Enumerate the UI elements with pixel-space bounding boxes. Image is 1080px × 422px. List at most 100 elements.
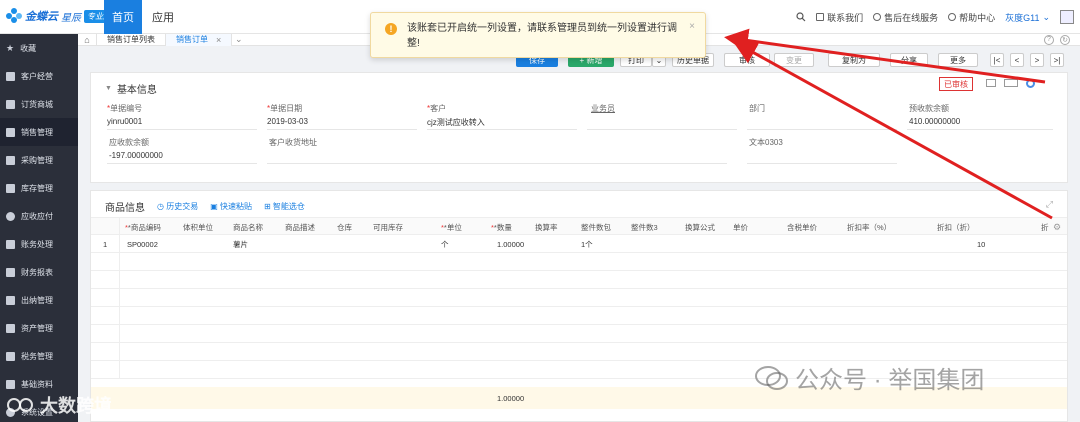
more-button[interactable]: 更多 <box>938 53 978 67</box>
sidebar-item-tax[interactable]: 税务管理 <box>0 342 78 370</box>
bar-chart-icon <box>6 127 15 137</box>
basic-info-panel: ▼ 基本信息 已审核 *单据编号 yinru0001 *单据日期 2019-03-… <box>90 72 1068 183</box>
customer-icon <box>6 71 15 81</box>
header-tools <box>986 79 1035 88</box>
table-row[interactable] <box>91 307 1067 325</box>
keyboard-icon[interactable] <box>1004 79 1018 87</box>
close-icon[interactable]: × <box>216 35 221 45</box>
nav-app[interactable]: 应用 <box>152 0 174 34</box>
sidebar-item-purchase[interactable]: 采购管理 <box>0 146 78 174</box>
warning-icon: ! <box>385 23 397 35</box>
sidebar: ★ 收藏 客户经营 订货商城 销售管理 采购管理 库存管理 应收应付 账务处理 财… <box>0 34 78 422</box>
watermark-left: 大数跨境 <box>6 392 112 418</box>
share-button[interactable]: 分享 <box>890 53 928 67</box>
close-icon[interactable]: × <box>689 21 695 32</box>
basic-info-title[interactable]: ▼ 基本信息 <box>105 81 157 96</box>
collapse-icon: ▼ <box>105 85 112 92</box>
table-row[interactable] <box>91 325 1067 343</box>
sidebar-item-reports[interactable]: 财务报表 <box>0 258 78 286</box>
sum-qty: 1.00000 <box>497 393 525 403</box>
table-row[interactable]: 1 SP00002 薯片 个 1.00000 1个 10 <box>91 235 1067 253</box>
prev-page-icon[interactable]: < <box>1010 53 1024 67</box>
sidebar-item-receivable[interactable]: 应收应付 <box>0 202 78 230</box>
history-trade-link[interactable]: ◷ 历史交易 <box>157 201 198 212</box>
service-icon <box>873 13 882 21</box>
goods-table: * *商品编码 体积单位 商品名称 商品描述 仓库 可用库存 * *单位 * *数量 … <box>91 217 1067 379</box>
refresh-icon[interactable]: ↻ <box>1060 34 1070 45</box>
table-row[interactable] <box>91 253 1067 271</box>
inventory-icon <box>6 183 15 193</box>
table-row[interactable] <box>91 271 1067 289</box>
chevron-down-icon: ⌄ <box>1042 11 1050 22</box>
gear-icon[interactable] <box>1026 79 1035 88</box>
purchase-icon <box>6 155 15 165</box>
help-icon <box>948 13 957 21</box>
assets-icon <box>6 323 15 333</box>
brand-logo[interactable]: 金蝶云 星辰 专业版 <box>6 8 114 24</box>
service-link[interactable]: 售后在线服务 <box>873 11 938 24</box>
warning-popup: ! 该账套已开启统一列设置，请联系管理员到统一列设置进行调整! × <box>370 12 706 58</box>
sidebar-item-accounting[interactable]: 账务处理 <box>0 230 78 258</box>
report-icon <box>6 267 15 277</box>
sidebar-item-customer[interactable]: 客户经营 <box>0 62 78 90</box>
field-text0303[interactable]: 文本0303 <box>749 137 783 151</box>
contact-icon <box>816 13 825 21</box>
field-salesman[interactable]: 业务员 <box>591 103 615 117</box>
receivable-icon <box>6 211 15 221</box>
tax-icon <box>6 351 15 361</box>
sidebar-item-inventory[interactable]: 库存管理 <box>0 174 78 202</box>
audit-button[interactable]: 审核 <box>724 53 770 67</box>
column-settings-icon[interactable]: ⚙ <box>1053 222 1061 233</box>
field-bill-no[interactable]: *单据编号 yinru0001 <box>107 103 142 126</box>
table-row[interactable] <box>91 289 1067 307</box>
field-prepaid-balance: 预收款余额 410.00000000 <box>909 104 961 126</box>
goods-header: 商品信息 ◷ 历史交易 ▣ 快速粘贴 ⊞ 智能选仓 <box>105 199 305 214</box>
smart-warehouse-link[interactable]: ⊞ 智能选仓 <box>264 201 305 212</box>
table-row[interactable] <box>91 343 1067 361</box>
tab-sales-order[interactable]: 销售订单 × <box>165 33 232 46</box>
basic-data-icon <box>6 379 15 389</box>
sidebar-item-sales[interactable]: 销售管理 <box>0 118 78 146</box>
first-page-icon[interactable]: |< <box>990 53 1004 67</box>
brand-mark-icon <box>7 398 33 412</box>
warning-message: 该账套已开启统一列设置，请联系管理员到统一列设置进行调整! <box>407 23 677 49</box>
expand-icon[interactable]: ⤢ <box>1046 199 1053 210</box>
search-icon[interactable] <box>796 12 806 22</box>
sidebar-item-favorites[interactable]: ★ 收藏 <box>0 34 78 62</box>
next-page-icon[interactable]: > <box>1030 53 1044 67</box>
quick-paste-link[interactable]: ▣ 快速粘贴 <box>210 201 252 212</box>
change-button[interactable]: 变更 <box>774 53 814 67</box>
chevron-down-icon[interactable]: ⌄ <box>231 34 245 45</box>
sidebar-item-mall[interactable]: 订货商城 <box>0 90 78 118</box>
sidebar-item-assets[interactable]: 资产管理 <box>0 314 78 342</box>
field-customer[interactable]: *客户 cjz测试应收转入 <box>427 103 485 128</box>
field-department[interactable]: 部门 <box>749 103 765 117</box>
kingdee-logo-icon <box>6 8 22 24</box>
field-shipping-address[interactable]: 客户收货地址 <box>269 137 317 151</box>
mall-icon <box>6 99 15 109</box>
sidebar-item-cashier[interactable]: 出纳管理 <box>0 286 78 314</box>
accounting-icon <box>6 239 15 249</box>
tab-sales-order-list[interactable]: 销售订单列表 <box>96 33 165 46</box>
avatar[interactable] <box>1060 10 1074 24</box>
wechat-icon <box>755 365 788 390</box>
status-badge: 已审核 <box>939 77 973 91</box>
goods-title: 商品信息 <box>105 203 145 214</box>
home-icon[interactable]: ⌂ <box>78 34 96 46</box>
attachment-icon[interactable] <box>986 79 996 87</box>
help-icon[interactable]: ? <box>1044 34 1054 45</box>
help-link[interactable]: 帮助中心 <box>948 11 995 24</box>
cashier-icon <box>6 295 15 305</box>
watermark-right: 公众号 · 举国集团 <box>755 360 984 395</box>
nav-home[interactable]: 首页 <box>104 0 142 34</box>
user-menu[interactable]: 灰度G11 ⌄ <box>1005 11 1050 24</box>
last-page-icon[interactable]: >| <box>1050 53 1064 67</box>
field-bill-date[interactable]: *单据日期 2019-03-03 <box>267 103 308 126</box>
field-receivable-balance: 应收款余额 -197.00000000 <box>109 138 163 160</box>
top-right-tools: 联系我们 售后在线服务 帮助中心 灰度G11 ⌄ <box>796 0 1074 34</box>
brand-name: 金蝶云 <box>25 11 58 23</box>
contact-link[interactable]: 联系我们 <box>816 11 863 24</box>
brand-sub: 星辰 <box>61 12 81 24</box>
star-icon: ★ <box>6 42 15 53</box>
copy-as-button[interactable]: 复制为 <box>828 53 880 67</box>
